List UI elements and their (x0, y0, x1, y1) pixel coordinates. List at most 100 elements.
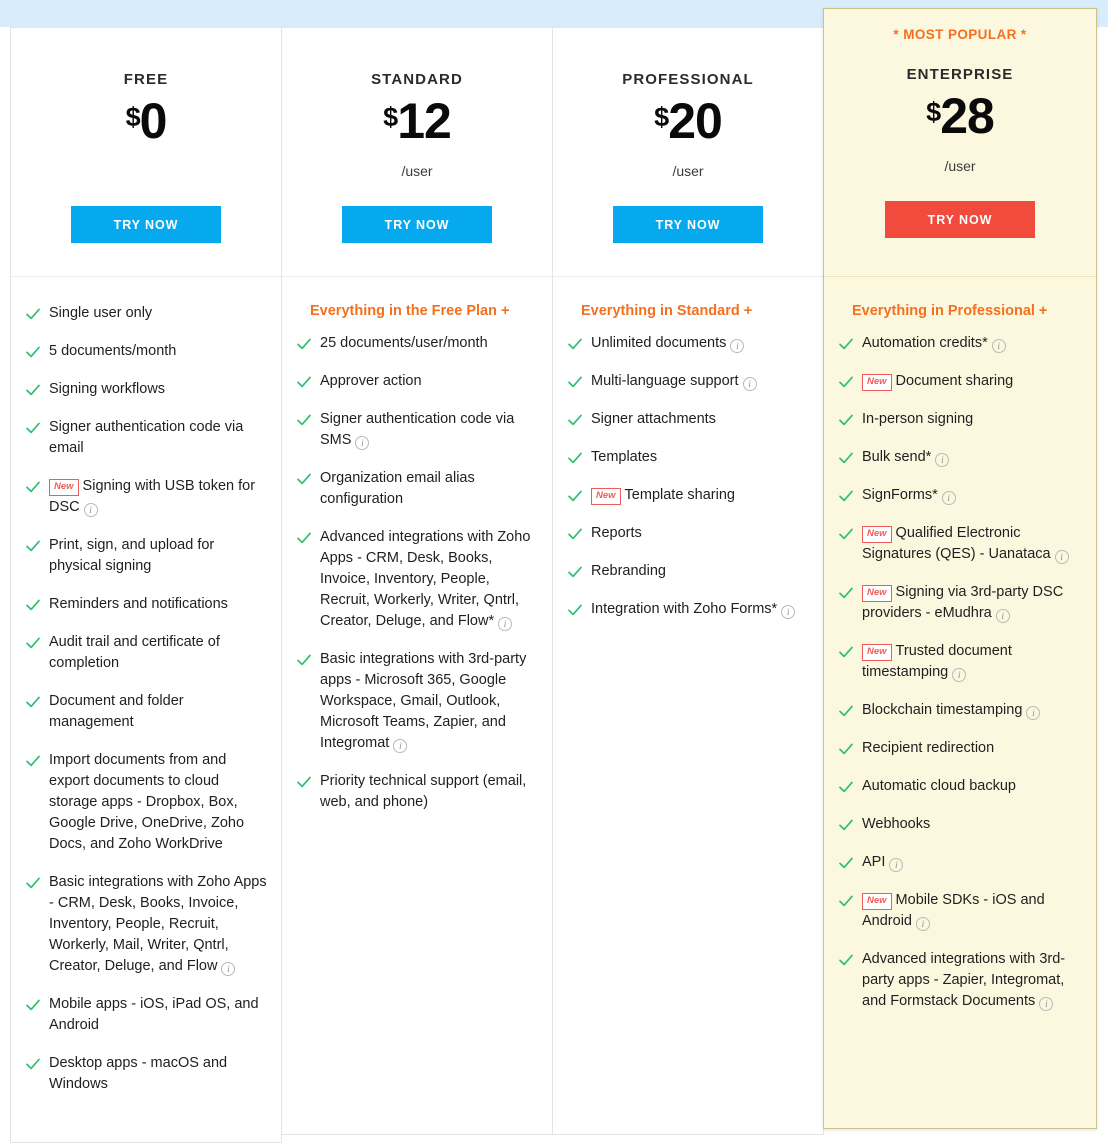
feature-text: Priority technical support (email, web, … (320, 771, 538, 813)
cta-container: TRY NOW (25, 206, 267, 243)
info-icon[interactable]: i (498, 617, 513, 632)
check-icon (567, 450, 583, 466)
feature-label: Reminders and notifications (49, 596, 228, 613)
feature-item: Import documents from and export documen… (25, 750, 267, 855)
info-icon[interactable]: i (889, 858, 904, 873)
check-icon (25, 694, 41, 710)
feature-label: Advanced integrations with Zoho Apps - C… (320, 529, 531, 630)
feature-label: 5 documents/month (49, 343, 177, 360)
check-icon (25, 635, 41, 651)
check-icon (296, 412, 312, 428)
feature-text: Audit trail and certificate of completio… (49, 632, 267, 674)
try-now-button-free[interactable]: TRY NOW (71, 206, 221, 243)
currency-symbol: $ (125, 102, 141, 132)
info-icon[interactable]: i (221, 962, 236, 977)
feature-label: Audit trail and certificate of completio… (49, 634, 220, 672)
price-period-professional: /user (672, 163, 704, 179)
feature-label: Templates (591, 449, 658, 466)
check-icon (838, 779, 854, 795)
plan-name-standard: STANDARD (371, 71, 463, 88)
feature-label: Signer authentication code via email (49, 419, 244, 457)
plan-card-free: FREE $0 TRY NOW Single user only 5 documents… (10, 27, 282, 1144)
feature-text: Import documents from and export documen… (49, 750, 267, 855)
info-icon[interactable]: i (1039, 997, 1054, 1012)
feature-label: Approver action (320, 373, 422, 390)
price-amount: 20 (668, 93, 723, 149)
feature-label: In-person signing (862, 411, 974, 428)
info-icon[interactable]: i (952, 668, 967, 683)
feature-text: Reports (591, 523, 809, 544)
info-icon[interactable]: i (355, 436, 370, 451)
feature-item: New Signing with USB token for DSC i (25, 476, 267, 518)
plan-price-standard: $12 (296, 96, 538, 146)
try-now-button-professional[interactable]: TRY NOW (613, 206, 763, 243)
new-badge: New (862, 893, 892, 910)
check-icon (838, 817, 854, 833)
feature-text: New Document sharing (862, 371, 1082, 392)
feature-item: New Trusted document timestamping i (838, 641, 1082, 683)
feature-label: Reports (591, 525, 642, 542)
feature-label: Basic integrations with 3rd-party apps -… (320, 651, 527, 752)
check-icon (25, 479, 41, 495)
plan-price-free: $0 (25, 96, 267, 146)
feature-item: Bulk send* i (838, 447, 1082, 468)
feature-text: Basic integrations with 3rd-party apps -… (320, 649, 538, 754)
check-icon (838, 703, 854, 719)
info-icon[interactable]: i (915, 917, 930, 932)
feature-item: New Mobile SDKs - iOS and Android i (838, 890, 1082, 932)
feature-text: Approver action (320, 371, 538, 392)
plan-card-enterprise: * MOST POPULAR * ENTERPRISE $28/user TRY NO… (823, 8, 1097, 1129)
feature-item: New Signing via 3rd-party DSC providers -… (838, 582, 1082, 624)
try-now-button-standard[interactable]: TRY NOW (342, 206, 492, 243)
info-icon[interactable]: i (742, 377, 757, 392)
feature-item: Signing workflows (25, 379, 267, 400)
feature-label: Basic integrations with Zoho Apps - CRM,… (49, 874, 267, 975)
check-icon (25, 344, 41, 360)
feature-text: Recipient redirection (862, 738, 1082, 759)
check-icon (296, 652, 312, 668)
feature-label: Bulk send* (862, 449, 932, 466)
try-now-button-enterprise[interactable]: TRY NOW (885, 201, 1035, 238)
feature-item: New Document sharing (838, 371, 1082, 392)
info-icon[interactable]: i (935, 453, 950, 468)
info-icon[interactable]: i (730, 339, 745, 353)
info-icon[interactable]: i (1054, 550, 1069, 565)
feature-item: Multi-language support i (567, 371, 809, 392)
feature-text: Templates (591, 447, 809, 468)
feature-label: SignForms* (862, 487, 938, 504)
info-icon[interactable]: i (1026, 706, 1041, 721)
price-amount: 12 (397, 93, 452, 149)
plan-card-grid: FREE $0 TRY NOW Single user only 5 documents… (10, 8, 1098, 1144)
new-badge: New (862, 585, 892, 602)
check-icon (838, 412, 854, 428)
feature-item: In-person signing (838, 409, 1082, 430)
check-icon (838, 526, 854, 542)
feature-list-title-enterprise: Everything in Professional + (852, 303, 1048, 319)
feature-text: API i (862, 852, 1082, 873)
feature-label: Blockchain timestamping (862, 702, 1023, 719)
info-icon[interactable]: i (941, 491, 956, 506)
feature-text: Bulk send* i (862, 447, 1082, 468)
feature-label: Signing via 3rd-party DSC providers - eM… (862, 584, 1064, 622)
feature-text: New Signing via 3rd-party DSC providers -… (862, 582, 1082, 624)
info-icon[interactable]: i (393, 739, 408, 754)
check-icon (25, 753, 41, 769)
feature-item: Single user only (25, 303, 267, 324)
feature-item: Priority technical support (email, web, … (296, 771, 538, 813)
feature-item: Unlimited documents i (567, 333, 809, 354)
new-badge: New (862, 526, 892, 543)
info-icon[interactable]: i (991, 339, 1006, 353)
feature-item: 5 documents/month (25, 341, 267, 362)
feature-label: Automatic cloud backup (862, 778, 1016, 795)
check-icon (838, 488, 854, 504)
feature-list-professional: Everything in Standard + Unlimited docume… (553, 277, 823, 667)
plan-card-professional: PROFESSIONAL $20/user TRY NOW Everything in… (552, 27, 824, 1135)
info-icon[interactable]: i (995, 609, 1010, 624)
feature-label: Document and folder management (49, 693, 184, 731)
info-icon[interactable]: i (83, 503, 98, 518)
feature-label: Document sharing (895, 373, 1014, 390)
feature-label: Signing workflows (49, 381, 166, 398)
info-icon[interactable]: i (781, 605, 796, 620)
price-period-standard: /user (401, 163, 433, 179)
feature-item: Templates (567, 447, 809, 468)
